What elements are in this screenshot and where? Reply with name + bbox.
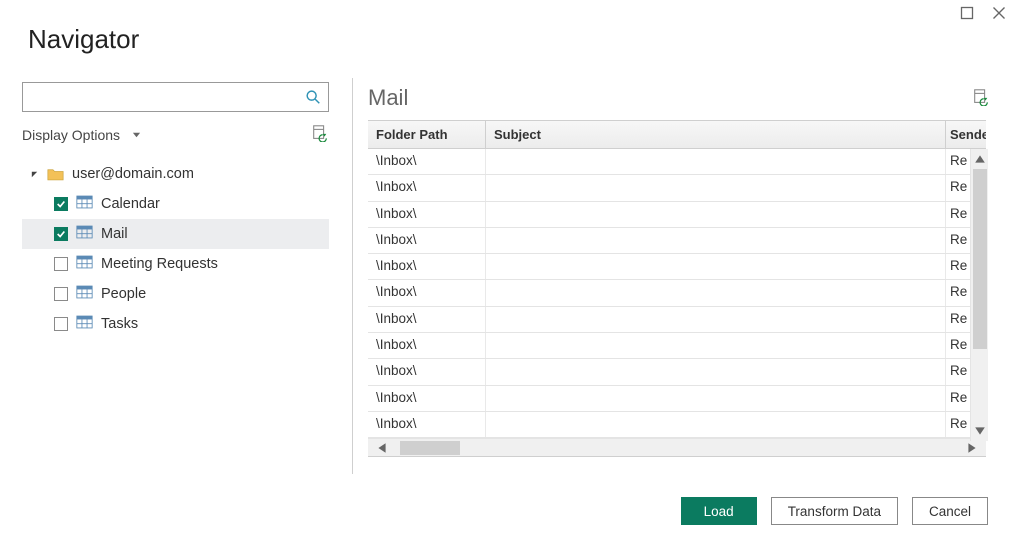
- folder-icon: [47, 167, 64, 181]
- tree-item-meeting-requests[interactable]: Meeting Requests: [22, 249, 329, 279]
- refresh-icon[interactable]: [311, 124, 329, 145]
- table-row[interactable]: \Inbox\Re: [368, 149, 986, 175]
- cell-folder: \Inbox\: [368, 386, 486, 411]
- tree-item-label: Meeting Requests: [101, 256, 218, 272]
- tree-item-tasks[interactable]: Tasks: [22, 309, 329, 339]
- table-icon: [76, 315, 93, 333]
- table-icon: [76, 195, 93, 213]
- tree-item-label: Tasks: [101, 316, 138, 332]
- tree-root[interactable]: user@domain.com: [22, 159, 329, 189]
- preview-grid: Folder Path Subject Sende \Inbox\Re\Inbo…: [368, 120, 986, 457]
- cell-subject: [486, 307, 946, 332]
- table-row[interactable]: \Inbox\Re: [368, 175, 986, 201]
- tree-root-label: user@domain.com: [72, 166, 194, 182]
- cell-folder: \Inbox\: [368, 202, 486, 227]
- cell-subject: [486, 228, 946, 253]
- transform-data-button[interactable]: Transform Data: [771, 497, 898, 525]
- cell-folder: \Inbox\: [368, 228, 486, 253]
- cell-folder: \Inbox\: [368, 359, 486, 384]
- tree-item-label: Calendar: [101, 196, 160, 212]
- search-icon[interactable]: [304, 88, 322, 106]
- table-row[interactable]: \Inbox\Re: [368, 202, 986, 228]
- cell-subject: [486, 254, 946, 279]
- cell-folder: \Inbox\: [368, 307, 486, 332]
- table-row[interactable]: \Inbox\Re: [368, 254, 986, 280]
- table-row[interactable]: \Inbox\Re: [368, 386, 986, 412]
- cell-subject: [486, 202, 946, 227]
- tree-checkbox[interactable]: [54, 227, 68, 241]
- cell-subject: [486, 333, 946, 358]
- table-icon: [76, 225, 93, 243]
- preview-title: Mail: [368, 85, 408, 111]
- tree-checkbox[interactable]: [54, 197, 68, 211]
- cell-subject: [486, 412, 946, 437]
- display-options-dropdown[interactable]: Display Options: [22, 127, 141, 143]
- cell-folder: \Inbox\: [368, 149, 486, 174]
- cell-folder: \Inbox\: [368, 175, 486, 200]
- table-row[interactable]: \Inbox\Re: [368, 333, 986, 359]
- tree-item-calendar[interactable]: Calendar: [22, 189, 329, 219]
- grid-header: Folder Path Subject Sende: [368, 121, 986, 149]
- chevron-down-icon: [132, 130, 141, 139]
- scroll-down-icon[interactable]: [974, 425, 986, 437]
- cell-folder: \Inbox\: [368, 333, 486, 358]
- dialog-footer: Load Transform Data Cancel: [681, 497, 988, 525]
- cell-subject: [486, 359, 946, 384]
- col-header-folder[interactable]: Folder Path: [368, 121, 486, 148]
- cell-folder: \Inbox\: [368, 412, 486, 437]
- table-row[interactable]: \Inbox\Re: [368, 412, 986, 438]
- tree-checkbox[interactable]: [54, 317, 68, 331]
- panel-divider: [352, 78, 353, 474]
- left-panel: Display Options user@domain.com Calendar…: [22, 82, 342, 339]
- scroll-left-icon[interactable]: [376, 442, 388, 454]
- tree-item-people[interactable]: People: [22, 279, 329, 309]
- vertical-scrollbar[interactable]: [970, 149, 988, 441]
- cell-subject: [486, 149, 946, 174]
- table-icon: [76, 285, 93, 303]
- table-row[interactable]: \Inbox\Re: [368, 307, 986, 333]
- page-title: Navigator: [28, 24, 139, 55]
- cell-subject: [486, 280, 946, 305]
- tree-checkbox[interactable]: [54, 287, 68, 301]
- scroll-right-icon[interactable]: [966, 442, 978, 454]
- refresh-preview-icon[interactable]: [972, 88, 990, 109]
- table-icon: [76, 255, 93, 273]
- scroll-up-icon[interactable]: [974, 153, 986, 165]
- table-row[interactable]: \Inbox\Re: [368, 280, 986, 306]
- col-header-subject[interactable]: Subject: [486, 121, 946, 148]
- tree-checkbox[interactable]: [54, 257, 68, 271]
- right-panel: Mail Folder Path Subject Sende \Inbox\Re…: [368, 82, 990, 457]
- cancel-button[interactable]: Cancel: [912, 497, 988, 525]
- cell-subject: [486, 175, 946, 200]
- close-icon[interactable]: [992, 6, 1006, 23]
- cell-subject: [486, 386, 946, 411]
- table-row[interactable]: \Inbox\Re: [368, 228, 986, 254]
- load-button[interactable]: Load: [681, 497, 757, 525]
- col-header-sender[interactable]: Sende: [946, 121, 986, 148]
- cell-folder: \Inbox\: [368, 254, 486, 279]
- nav-tree: user@domain.com Calendar Mail Meeting Requ…: [22, 159, 329, 339]
- horizontal-scrollbar[interactable]: [368, 438, 986, 456]
- tree-item-label: Mail: [101, 226, 128, 242]
- table-row[interactable]: \Inbox\Re: [368, 359, 986, 385]
- tree-item-label: People: [101, 286, 146, 302]
- maximize-icon[interactable]: [960, 6, 974, 23]
- search-box[interactable]: [22, 82, 329, 112]
- display-options-label: Display Options: [22, 127, 120, 143]
- vscroll-thumb[interactable]: [973, 169, 987, 349]
- cell-folder: \Inbox\: [368, 280, 486, 305]
- search-input[interactable]: [29, 89, 304, 106]
- tree-item-mail[interactable]: Mail: [22, 219, 329, 249]
- hscroll-thumb[interactable]: [400, 441, 460, 455]
- expander-icon[interactable]: [30, 170, 39, 179]
